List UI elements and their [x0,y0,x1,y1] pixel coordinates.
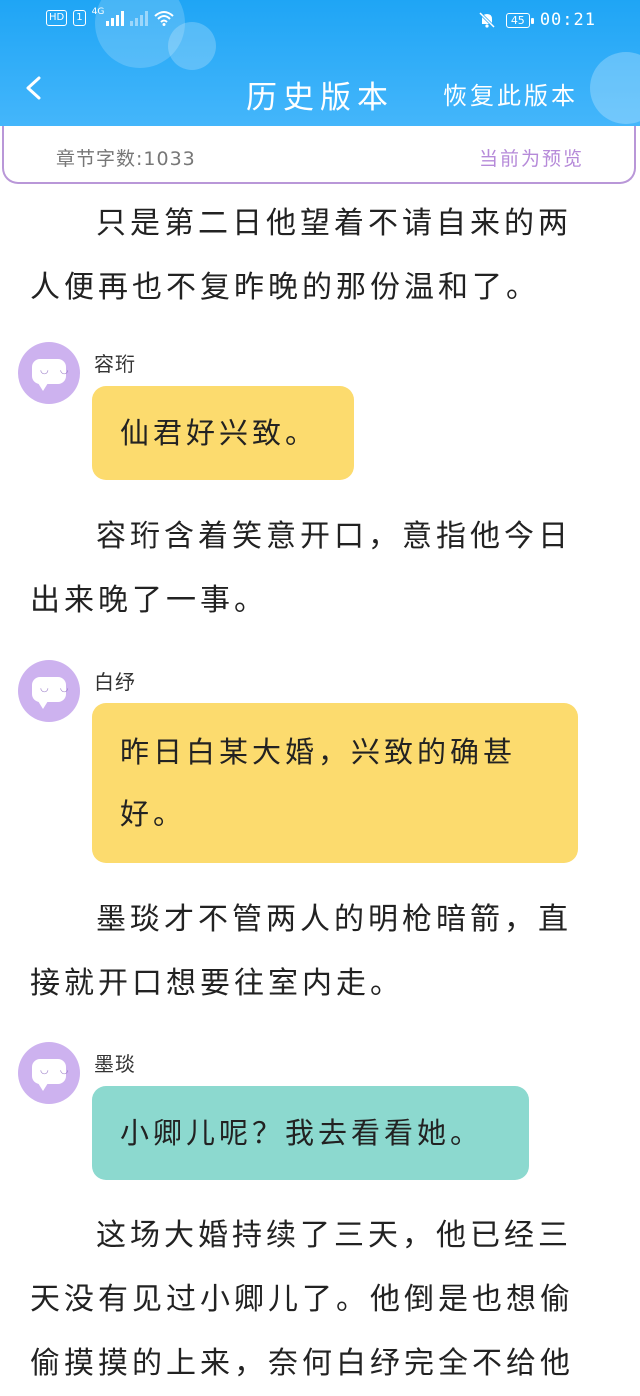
signal-type: 4G [91,7,105,17]
narration-paragraph: 墨琰才不管两人的明枪暗箭，直接就开口想要往室内走。 [30,902,572,1001]
app-header: HD 1 4G 45 00:21 历史版本 恢复此版本 [0,0,640,126]
speaker-name: 白纾 [94,670,136,694]
dialogue-bubble: 仙君好兴致。 [92,386,354,480]
battery-icon: 45 [505,12,534,28]
clock: 00:21 [539,10,596,30]
wifi-icon [154,11,174,26]
dialogue-bubble: 小卿儿呢？我去看看她。 [92,1086,529,1180]
hd-badge: HD [46,10,68,26]
signal-2-icon [130,10,149,26]
narration-paragraph: 容珩含着笑意开口，意指他今日出来晚了一事。 [30,519,572,618]
chapter-info-bar: 章节字数:1033 当前为预览 [2,126,636,184]
avatar: ◡ ◡ [18,342,80,404]
mute-bell-icon [478,11,495,29]
sim-badge: 1 [73,10,86,26]
dialogue-bubble: 昨日白某大婚，兴致的确甚好。 [92,703,578,863]
narration-paragraph: 这场大婚持续了三天，他已经三天没有见过小卿儿了。他倒是也想偷偷摸摸的上来，奈何白… [30,1218,574,1381]
speaker-name: 墨琰 [94,1052,136,1076]
narration-paragraph: 只是第二日他望着不请自来的两人便再也不复昨晚的那份温和了。 [30,206,572,305]
preview-indicator: 当前为预览 [478,148,584,170]
avatar: ◡ ◡ [18,660,80,722]
signal-icon [106,10,125,26]
restore-version-button[interactable]: 恢复此版本 [443,76,578,111]
avatar: ◡ ◡ [18,1042,80,1104]
speaker-name: 容珩 [94,352,136,376]
status-bar: HD 1 4G 45 00:21 [0,7,640,34]
word-count: 章节字数:1033 [56,148,196,170]
